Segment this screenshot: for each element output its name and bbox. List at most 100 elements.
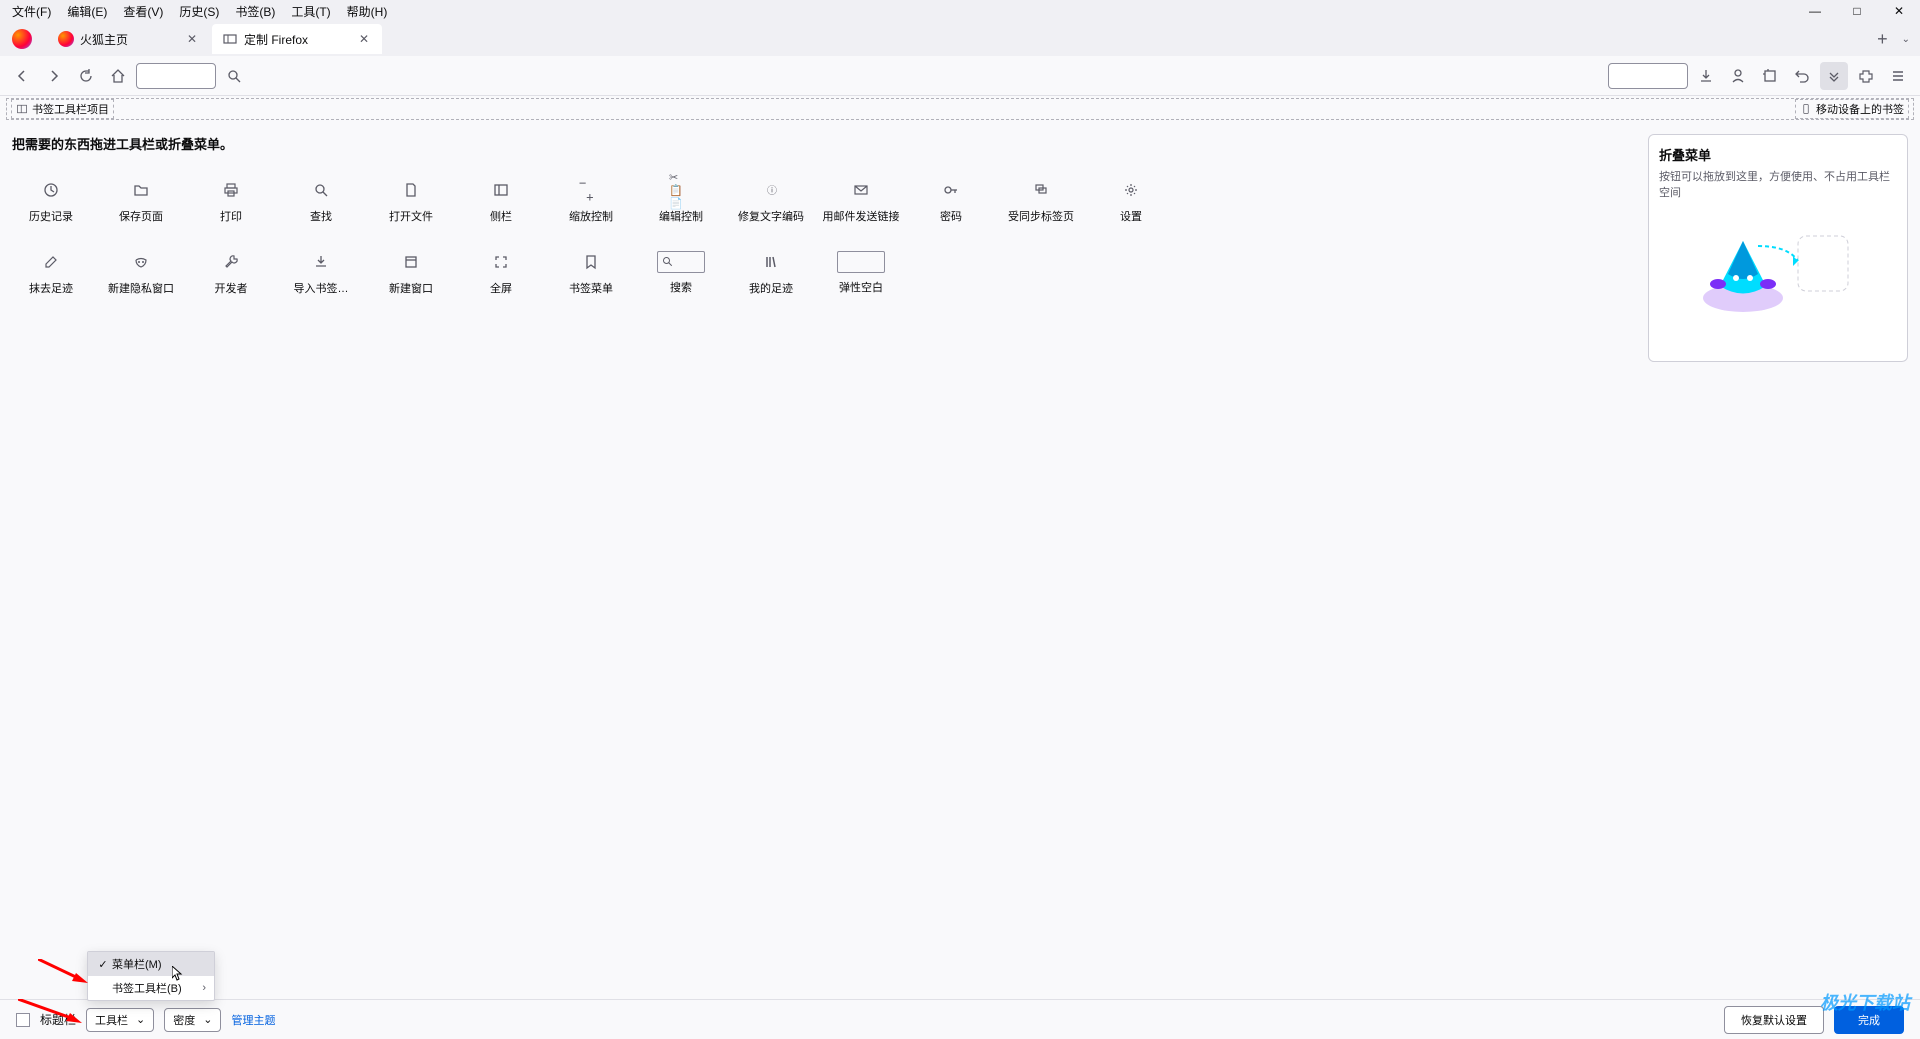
print-icon <box>219 178 243 202</box>
tab-bar: 火狐主页 ✕ 定制 Firefox ✕ + ⌄ <box>0 22 1920 56</box>
customize-item-search-icon[interactable]: 查找 <box>282 169 360 233</box>
customize-instruction: 把需要的东西拖进工具栏或折叠菜单。 <box>12 134 1632 153</box>
annotation-arrow-1 <box>38 959 88 983</box>
menu-view[interactable]: 查看(V) <box>115 1 171 22</box>
menu-bookmarks[interactable]: 书签(B) <box>227 1 283 22</box>
extensions-icon[interactable] <box>1852 62 1880 90</box>
customize-item-encoding-icon[interactable]: ⓘ修复文字编码 <box>732 169 810 233</box>
customize-item-gear-icon[interactable]: 设置 <box>1092 169 1170 233</box>
toolbars-dropdown[interactable]: 工具栏 ⌄ <box>86 1008 154 1032</box>
customize-item-spacer-box[interactable]: 弹性空白 <box>822 241 900 305</box>
tab-close-icon[interactable]: ✕ <box>356 31 372 47</box>
overflow-illustration <box>1659 216 1897 336</box>
customize-item-label: 缩放控制 <box>569 208 613 224</box>
chevron-down-icon: ⌄ <box>136 1013 145 1026</box>
customize-item-eraser-icon[interactable]: 抹去足迹 <box>12 241 90 305</box>
menu-tools[interactable]: 工具(T) <box>283 1 338 22</box>
customize-item-bookmark-icon[interactable]: 书签菜单 <box>552 241 630 305</box>
customize-item-label: 查找 <box>310 208 332 224</box>
screenshot-icon[interactable] <box>1756 62 1784 90</box>
customize-item-print-icon[interactable]: 打印 <box>192 169 270 233</box>
customize-item-clock-icon[interactable]: 历史记录 <box>12 169 90 233</box>
tab-label: 定制 Firefox <box>244 31 356 48</box>
mail-icon <box>849 178 873 202</box>
gear-icon <box>1119 178 1143 202</box>
tab-customize[interactable]: 定制 Firefox ✕ <box>212 24 382 54</box>
forward-button[interactable] <box>40 62 68 90</box>
mobile-bookmarks[interactable]: 移动设备上的书签 <box>1795 99 1909 119</box>
url-bar-placeholder[interactable] <box>136 63 216 89</box>
customize-item-label: 历史记录 <box>29 208 73 224</box>
mask-icon <box>129 250 153 274</box>
menu-file[interactable]: 文件(F) <box>4 1 59 22</box>
minimize-icon[interactable]: — <box>1800 2 1830 20</box>
customize-item-mail-icon[interactable]: 用邮件发送链接 <box>822 169 900 233</box>
downloads-icon[interactable] <box>1692 62 1720 90</box>
svg-text:ⓘ: ⓘ <box>767 185 777 197</box>
import-icon <box>309 250 333 274</box>
customize-item-zoom-icon[interactable]: − + 缩放控制 <box>552 169 630 233</box>
customize-item-key-icon[interactable]: 密码 <box>912 169 990 233</box>
customize-item-library-icon[interactable]: 我的足迹 <box>732 241 810 305</box>
menu-help[interactable]: 帮助(H) <box>339 1 396 22</box>
customize-item-expand-icon[interactable]: 全屏 <box>462 241 540 305</box>
hamburger-menu-icon[interactable] <box>1884 62 1912 90</box>
back-button[interactable] <box>8 62 36 90</box>
customize-item-search-box[interactable]: 搜索 <box>642 241 720 305</box>
expand-icon <box>489 250 513 274</box>
customize-item-sidebar-icon[interactable]: 侧栏 <box>462 169 540 233</box>
tab-home[interactable]: 火狐主页 ✕ <box>40 24 210 54</box>
customize-area: 把需要的东西拖进工具栏或折叠菜单。 历史记录 保存页面 打印 查找 打开文件侧栏 − + 缩… <box>0 122 1920 374</box>
menu-history[interactable]: 历史(S) <box>171 1 227 22</box>
customize-item-label: 新建窗口 <box>389 280 433 296</box>
encoding-icon: ⓘ <box>759 178 783 202</box>
context-menubar-item[interactable]: ✓ 菜单栏(M) <box>88 952 214 976</box>
customize-item-wrench-icon[interactable]: 开发者 <box>192 241 270 305</box>
search-bar-placeholder[interactable] <box>1608 63 1688 89</box>
clock-icon <box>39 178 63 202</box>
toolbars-context-menu: ✓ 菜单栏(M) 书签工具栏(B) › <box>87 951 215 1001</box>
search-icon[interactable] <box>220 62 248 90</box>
navigation-toolbar <box>0 56 1920 96</box>
home-button[interactable] <box>104 62 132 90</box>
context-bookmarks-toolbar-item[interactable]: 书签工具栏(B) › <box>88 976 214 1000</box>
customize-item-label: 我的足迹 <box>749 280 793 296</box>
restore-defaults-button[interactable]: 恢复默认设置 <box>1724 1006 1824 1034</box>
overflow-panel[interactable]: 折叠菜单 按钮可以拖放到这里，方便使用、不占用工具栏空间 <box>1648 134 1908 362</box>
customize-item-import-icon[interactable]: 导入书签… <box>282 241 360 305</box>
zoom-icon: − + <box>579 178 603 202</box>
spacer-icon <box>837 251 885 273</box>
tab-close-icon[interactable]: ✕ <box>184 31 200 47</box>
tab-list-dropdown-icon[interactable]: ⌄ <box>1896 30 1916 49</box>
maximize-icon[interactable]: □ <box>1842 2 1872 20</box>
customize-item-label: 搜索 <box>670 279 692 295</box>
customize-item-file-icon[interactable]: 打开文件 <box>372 169 450 233</box>
close-icon[interactable]: ✕ <box>1884 2 1914 20</box>
tab-label: 火狐主页 <box>80 31 184 48</box>
customize-item-label: 弹性空白 <box>839 279 883 295</box>
bookmarks-toolbar[interactable]: 书签工具栏项目 移动设备上的书签 <box>6 98 1914 120</box>
reload-button[interactable] <box>72 62 100 90</box>
bookmark-icon <box>579 250 603 274</box>
customize-item-label: 保存页面 <box>119 208 163 224</box>
customize-item-mask-icon[interactable]: 新建隐私窗口 <box>102 241 180 305</box>
customize-item-label: 打印 <box>220 208 242 224</box>
undo-icon[interactable] <box>1788 62 1816 90</box>
manage-themes-link[interactable]: 管理主题 <box>231 1012 275 1028</box>
customize-item-label: 编辑控制 <box>659 208 703 224</box>
customize-item-label: 导入书签… <box>294 280 349 296</box>
density-dropdown[interactable]: 密度 ⌄ <box>164 1008 221 1032</box>
customize-item-window-icon[interactable]: 新建窗口 <box>372 241 450 305</box>
customize-item-label: 受同步标签页 <box>1008 208 1074 224</box>
new-tab-button[interactable]: + <box>1869 25 1896 54</box>
menu-edit[interactable]: 编辑(E) <box>59 1 115 22</box>
customize-item-label: 新建隐私窗口 <box>108 280 174 296</box>
folder-icon <box>129 178 153 202</box>
overflow-menu-icon[interactable] <box>1820 62 1848 90</box>
customize-item-edit-icon[interactable]: ✂ 📋 📄编辑控制 <box>642 169 720 233</box>
window-icon <box>399 250 423 274</box>
customize-item-sync-icon[interactable]: 受同步标签页 <box>1002 169 1080 233</box>
account-icon[interactable] <box>1724 62 1752 90</box>
customize-item-folder-icon[interactable]: 保存页面 <box>102 169 180 233</box>
bookmarks-toolbar-items[interactable]: 书签工具栏项目 <box>11 99 114 119</box>
